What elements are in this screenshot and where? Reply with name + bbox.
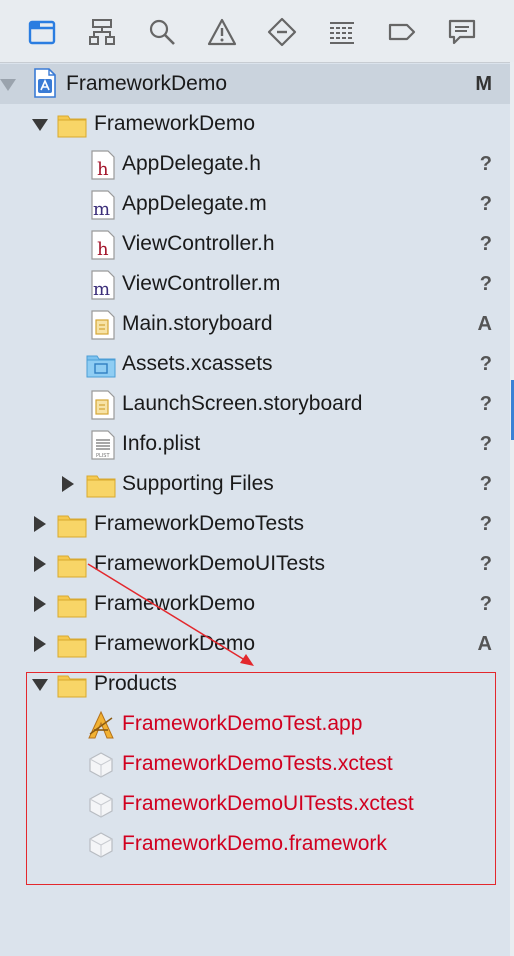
storyboard-file-icon (88, 390, 118, 420)
group-name: FrameworkDemo (94, 592, 256, 615)
warning-icon[interactable] (204, 14, 240, 50)
group-name: Supporting Files (122, 472, 274, 495)
disclosure-triangle-icon[interactable] (0, 79, 16, 91)
folder-icon (57, 630, 87, 660)
header-file-icon: h (88, 230, 118, 260)
tag-icon[interactable] (384, 14, 420, 50)
folder-icon[interactable] (24, 14, 60, 50)
file-name: ViewController.h (122, 232, 275, 255)
group-row-frameworkdemo[interactable]: FrameworkDemo (0, 104, 510, 144)
file-status: A (477, 313, 492, 335)
group-row-frameworkdemotests[interactable]: FrameworkDemoTests ? (0, 504, 510, 544)
message-icon[interactable] (444, 14, 480, 50)
file-name: AppDelegate.h (122, 152, 261, 175)
group-status: ? (479, 473, 492, 495)
file-row-viewcontroller-h[interactable]: h ViewController.h ? (0, 224, 510, 264)
group-row-supporting-files[interactable]: Supporting Files ? (0, 464, 510, 504)
group-status: ? (479, 553, 492, 575)
svg-text:m: m (93, 199, 110, 220)
file-name: AppDelegate.m (122, 192, 267, 215)
disclosure-triangle-icon[interactable] (34, 556, 46, 572)
group-status: A (477, 633, 492, 655)
file-status: ? (479, 153, 492, 175)
header-file-icon: h (88, 150, 118, 180)
disclosure-triangle-icon[interactable] (62, 476, 74, 492)
group-name: FrameworkDemoUITests (94, 552, 326, 575)
file-row-viewcontroller-m[interactable]: m ViewController.m ? (0, 264, 510, 304)
group-name: FrameworkDemoTests (94, 512, 305, 535)
file-row-assets-xcassets[interactable]: Assets.xcassets ? (0, 344, 510, 384)
svg-text:m: m (93, 279, 110, 300)
file-status: ? (479, 233, 492, 255)
group-status: ? (479, 593, 492, 615)
file-name: Info.plist (122, 432, 201, 455)
folder-icon (86, 470, 116, 500)
project-name: FrameworkDemo (66, 72, 228, 95)
file-row-appdelegate-h[interactable]: h AppDelegate.h ? (0, 144, 510, 184)
file-row-main-storyboard[interactable]: Main.storyboard A (0, 304, 510, 344)
storyboard-file-icon (88, 310, 118, 340)
disclosure-triangle-icon[interactable] (34, 636, 46, 652)
group-row-frameworkdemouitests[interactable]: FrameworkDemoUITests ? (0, 544, 510, 584)
file-name: ViewController.m (122, 272, 281, 295)
list-icon[interactable] (324, 14, 360, 50)
file-status: ? (479, 433, 492, 455)
scrollbar-track[interactable] (510, 62, 514, 956)
file-row-launchscreen-storyboard[interactable]: LaunchScreen.storyboard ? (0, 384, 510, 424)
project-row[interactable]: FrameworkDemo M (0, 64, 510, 104)
file-status: ? (479, 393, 492, 415)
group-row-frameworkdemo-3[interactable]: FrameworkDemo A (0, 624, 510, 664)
file-status: ? (479, 193, 492, 215)
navigator-toolbar (0, 0, 514, 63)
file-row-info-plist[interactable]: PLIST Info.plist ? (0, 424, 510, 464)
folder-icon (57, 590, 87, 620)
disclosure-triangle-icon[interactable] (34, 596, 46, 612)
svg-text:h: h (97, 239, 109, 260)
xcode-project-icon (30, 68, 60, 98)
disclosure-triangle-icon[interactable] (34, 516, 46, 532)
project-status: M (475, 73, 492, 95)
file-row-appdelegate-m[interactable]: m AppDelegate.m ? (0, 184, 510, 224)
group-name: FrameworkDemo (94, 112, 256, 135)
implementation-file-icon: m (88, 190, 118, 220)
search-icon[interactable] (144, 14, 180, 50)
folder-icon (57, 510, 87, 540)
annotation-highlight-box (26, 672, 496, 885)
plist-file-icon: PLIST (88, 430, 118, 460)
file-name: Main.storyboard (122, 312, 273, 335)
file-name: Assets.xcassets (122, 352, 273, 375)
disclosure-triangle-icon[interactable] (32, 119, 48, 131)
group-row-frameworkdemo-2[interactable]: FrameworkDemo ? (0, 584, 510, 624)
hierarchy-icon[interactable] (84, 14, 120, 50)
group-status: ? (479, 513, 492, 535)
svg-text:h: h (97, 159, 109, 180)
asset-catalog-folder-icon (86, 350, 116, 380)
group-name: FrameworkDemo (94, 632, 256, 655)
svg-text:PLIST: PLIST (96, 453, 110, 459)
file-status: ? (479, 353, 492, 375)
file-name: LaunchScreen.storyboard (122, 392, 363, 415)
diamond-icon[interactable] (264, 14, 300, 50)
file-status: ? (479, 273, 492, 295)
implementation-file-icon: m (88, 270, 118, 300)
folder-icon (57, 550, 87, 580)
folder-icon (57, 110, 87, 140)
